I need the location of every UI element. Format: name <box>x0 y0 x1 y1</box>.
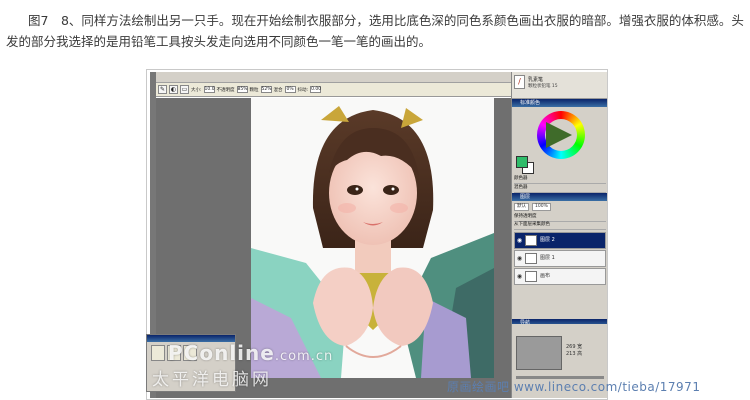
layer-name: 图层 1 <box>540 255 555 261</box>
color-panel-header[interactable]: 标准颜色 <box>512 99 607 107</box>
pconline-cn-watermark: 太平洋电脑网 <box>152 370 272 390</box>
blend-label: 混合 <box>273 87 283 93</box>
mixer-section[interactable]: 混色器 <box>514 184 606 193</box>
article-caption: 图7 8、同样方法绘制出另一只手。现在开始绘制衣服部分，选用比底色深的同色系颜色… <box>6 10 744 52</box>
jitter-label: 抖动: <box>297 87 309 93</box>
pconline-domain: .com.cn <box>274 349 334 364</box>
brush-options-bar: ✎ ◐ ▭ 大小: 10.0 不透明度 85% 颗粒 52% 混合 0% 抖动:… <box>156 83 511 97</box>
eraser-tool-icon[interactable]: ▭ <box>180 85 189 94</box>
size-label: 大小: <box>191 87 202 93</box>
brush-selector[interactable]: / 乳素笔 颗粒状铅笔 15 <box>512 72 607 99</box>
layer-blend-controls: 默认 100% <box>514 203 606 211</box>
caption-text: 图7 8、同样方法绘制出另一只手。现在开始绘制衣服部分，选用比底色深的同色系颜色… <box>6 13 744 49</box>
layers-panel-header[interactable]: 图层 <box>512 193 607 201</box>
layer-name: 画布 <box>540 273 551 279</box>
color-set-section[interactable]: 颜色器 <box>514 175 606 184</box>
brush-category-icon[interactable]: / <box>514 75 525 89</box>
navigator-height: 213 高 <box>566 351 583 357</box>
pencil-tool-icon[interactable]: ✎ <box>158 85 167 94</box>
layer-thumbnail <box>525 253 537 264</box>
window-title-strip <box>156 72 511 83</box>
navigator-width: 269 宽 <box>566 344 583 350</box>
layer-thumbnail <box>525 271 537 282</box>
navigator-size: 269 宽 213 高 <box>566 344 582 358</box>
opacity-label: 不透明度 <box>216 87 235 93</box>
eye-icon[interactable]: ◉ <box>516 254 523 263</box>
opacity-field[interactable]: 85% <box>236 86 248 93</box>
blend-field[interactable]: 0% <box>284 86 296 93</box>
layer-row[interactable]: ◉ 图层 1 <box>514 250 606 267</box>
girl-painting <box>251 98 494 378</box>
layer-opacity-value[interactable]: 100% <box>532 203 551 211</box>
layer-row[interactable]: ◉ 图层 2 <box>514 232 606 249</box>
right-panel-dock: / 乳素笔 颗粒状铅笔 15 标准颜色 颜色器 混色器 图层 默认 100% 保… <box>511 72 607 398</box>
color-panel: 颜色器 混色器 <box>512 107 607 193</box>
grain-field[interactable]: 52% <box>260 86 272 93</box>
eye-icon[interactable]: ◉ <box>516 236 523 245</box>
brush-tool-icon[interactable]: ◐ <box>169 85 178 94</box>
navigator-preview[interactable] <box>516 336 562 370</box>
layer-row[interactable]: ◉ 画布 <box>514 268 606 285</box>
main-color-swatch[interactable] <box>516 156 528 168</box>
tieba-watermark: 原画绘画吧 www.lineco.com/tieba/17971 <box>447 380 701 394</box>
blend-mode-select[interactable]: 默认 <box>514 203 529 211</box>
pen-tool-icon[interactable] <box>151 345 165 361</box>
jitter-field[interactable]: 0.00 <box>310 86 321 93</box>
layer-name: 图层 2 <box>540 237 555 243</box>
brush-variant: 颗粒状铅笔 15 <box>528 84 558 89</box>
grain-label: 颗粒 <box>249 87 259 93</box>
painting-canvas[interactable] <box>251 98 494 378</box>
pconline-watermark: PConline.com.cn <box>168 341 333 365</box>
pick-below-checkbox[interactable]: 从下面层采集颜色 <box>514 221 606 230</box>
size-field[interactable]: 10.0 <box>203 86 215 93</box>
brush-name: 乳素笔 <box>528 77 544 83</box>
layer-thumbnail <box>525 235 537 246</box>
pconline-logo-text: PConline <box>168 341 275 365</box>
eye-icon[interactable]: ◉ <box>516 272 523 281</box>
saturation-triangle[interactable] <box>546 122 572 148</box>
layers-panel: 默认 100% 保持透明度 从下面层采集颜色 ◉ 图层 2 ◉ 图层 1 ◉ 画… <box>512 201 607 319</box>
